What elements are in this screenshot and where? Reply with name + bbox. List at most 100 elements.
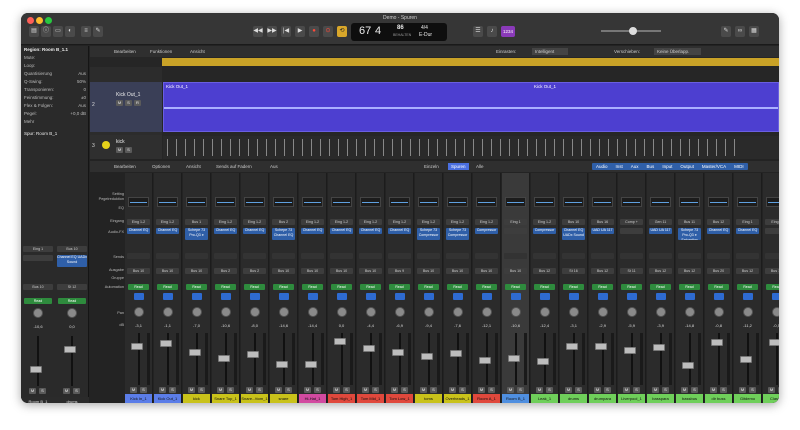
audio-fx-slot[interactable]: Schepe 73 Pro-Q3 e xyxy=(185,228,208,240)
eq-thumbnail[interactable] xyxy=(360,197,381,207)
channel-strip[interactable]: Eing 1-2 Channel EQ Bus 10 Read -4,4 M S Tom Mi… xyxy=(357,173,385,403)
sends-on-faders-select[interactable]: Aus xyxy=(270,161,278,172)
toolbar-icon[interactable]: ▭ xyxy=(53,26,63,37)
browser-icon[interactable]: ▦ xyxy=(749,26,759,37)
input-slot[interactable]: Eing 1-2 xyxy=(214,219,237,225)
list-editor-icon[interactable]: ☰ xyxy=(473,26,483,37)
mute-button[interactable]: M xyxy=(565,387,572,393)
pan-knob[interactable] xyxy=(453,307,463,317)
audio-fx-slot[interactable]: Channel EQ xyxy=(214,228,237,234)
loops-icon[interactable]: ∞ xyxy=(735,26,745,37)
channel-strip[interactable]: Eing 1-2 Schepe 73 Compressor Bus 10 Read -7… xyxy=(444,173,472,403)
eq-thumbnail[interactable] xyxy=(244,197,265,207)
audio-fx-slot[interactable]: Compressor xyxy=(533,228,556,234)
pan-knob[interactable] xyxy=(250,307,260,317)
output-slot[interactable]: Bus 10 xyxy=(156,268,179,274)
eq-thumbnail[interactable] xyxy=(302,197,323,207)
audio-fx-slot[interactable]: Channel EQ xyxy=(127,228,150,234)
track-name-label[interactable]: Kick Out_1 xyxy=(154,394,181,403)
mute-button[interactable]: M xyxy=(710,387,717,393)
audio-fx-slot[interactable]: Compressor xyxy=(475,228,498,234)
audio-region-kick-out[interactable]: Kick Out_1 Kick Out_1 xyxy=(163,82,779,132)
send-slot[interactable] xyxy=(127,253,150,259)
input-slot[interactable]: Bus 16 xyxy=(591,219,614,225)
send-slot[interactable] xyxy=(214,253,237,259)
send-slot[interactable] xyxy=(678,253,701,259)
output-slot[interactable]: Bus 10 xyxy=(504,268,527,274)
volume-fader[interactable] xyxy=(595,342,607,350)
automation-mode[interactable]: Read xyxy=(737,284,758,290)
inspector-icon[interactable]: ⓘ xyxy=(41,26,51,37)
pan-knob[interactable] xyxy=(395,307,405,317)
automation-mode[interactable]: Read xyxy=(563,284,584,290)
send-slot[interactable] xyxy=(765,253,779,259)
send-slot[interactable] xyxy=(736,253,759,259)
group-icon[interactable] xyxy=(337,293,347,300)
track-header-kick[interactable]: 3 kick M S xyxy=(90,135,162,159)
play-icon[interactable]: ▶ xyxy=(295,26,305,37)
output-slot[interactable]: Bus 12 xyxy=(736,268,759,274)
solo-button[interactable]: S xyxy=(125,100,132,106)
volume-fader[interactable] xyxy=(711,339,723,347)
solo-button[interactable]: S xyxy=(459,387,466,393)
record-icon[interactable]: ● xyxy=(309,26,319,37)
output-slot[interactable]: Bus 10 xyxy=(185,268,208,274)
pan-knob[interactable] xyxy=(656,307,666,317)
volume-fader[interactable] xyxy=(653,344,665,352)
automation-mode[interactable]: Read xyxy=(476,284,497,290)
automation-mode[interactable]: Read xyxy=(389,284,410,290)
solo-button[interactable]: S xyxy=(256,387,263,393)
automation-mode[interactable]: Read xyxy=(650,284,671,290)
audio-fx-slot[interactable]: Channel EQ xyxy=(156,228,179,234)
solo-button[interactable]: S xyxy=(662,387,669,393)
group-icon[interactable] xyxy=(279,293,289,300)
channel-strip[interactable]: Bus 12 Channel EQ Bus 20 Read -0,8 M Sdir buss xyxy=(705,173,733,403)
volume-fader[interactable] xyxy=(247,350,259,358)
pan-knob[interactable] xyxy=(743,307,753,317)
automation-mode[interactable]: Read xyxy=(331,284,352,290)
pan-knob[interactable] xyxy=(424,307,434,317)
volume-fader[interactable] xyxy=(682,361,694,369)
mute-button[interactable]: M xyxy=(246,387,253,393)
eq-thumbnail[interactable] xyxy=(418,197,439,207)
pan-knob[interactable] xyxy=(540,307,550,317)
solo-button[interactable]: S xyxy=(169,387,176,393)
pan-knob[interactable] xyxy=(598,307,608,317)
send-slot[interactable] xyxy=(417,253,440,259)
input-slot[interactable]: Eing 1-2 xyxy=(156,219,179,225)
tracks-functions-menu[interactable]: Funktionen xyxy=(150,46,172,57)
automation-mode[interactable]: Read xyxy=(592,284,613,290)
pan-knob[interactable] xyxy=(366,307,376,317)
input-slot[interactable]: Eing 1-2 xyxy=(243,219,266,225)
automation-mode[interactable]: Read xyxy=(58,298,86,304)
rewind-icon[interactable]: ◀◀ xyxy=(253,26,263,37)
track-name-label[interactable]: Overheads_1 xyxy=(444,394,471,403)
solo-button[interactable]: S xyxy=(720,387,727,393)
eq-thumbnail[interactable] xyxy=(476,197,497,207)
input-slot[interactable]: Bus 10 xyxy=(57,246,87,252)
solo-button[interactable]: S xyxy=(517,387,524,393)
mute-button[interactable]: M xyxy=(130,387,137,393)
input-slot[interactable]: Eing 1-2 xyxy=(359,219,382,225)
solo-button[interactable]: S xyxy=(73,388,80,394)
input-slot[interactable]: Eing 1-2 xyxy=(417,219,440,225)
audio-fx-slot[interactable]: Channel EQ xyxy=(736,228,759,234)
send-slot[interactable] xyxy=(446,253,469,259)
volume-fader[interactable] xyxy=(334,338,346,345)
input-slot[interactable]: Eing 1-2 xyxy=(446,219,469,225)
volume-fader[interactable] xyxy=(769,338,779,346)
solo-button[interactable]: S xyxy=(401,387,408,393)
send-slot[interactable] xyxy=(185,253,208,259)
mute-button[interactable]: M xyxy=(768,387,775,393)
filter-button[interactable]: MIDI xyxy=(730,163,748,170)
mute-button[interactable]: M xyxy=(652,387,659,393)
send-slot[interactable] xyxy=(388,253,411,259)
volume-fader[interactable] xyxy=(218,354,230,362)
solo-button[interactable]: S xyxy=(314,387,321,393)
pan-knob[interactable] xyxy=(279,307,289,317)
input-slot[interactable]: Eing 1-2 xyxy=(127,219,150,225)
automation-mode[interactable]: Read xyxy=(128,284,149,290)
output-slot[interactable]: Bus 12 xyxy=(533,268,556,274)
track-name-label[interactable]: Liverpool_1 xyxy=(618,394,645,403)
inspector-row[interactable]: Q-Swing: 50% xyxy=(21,78,89,86)
